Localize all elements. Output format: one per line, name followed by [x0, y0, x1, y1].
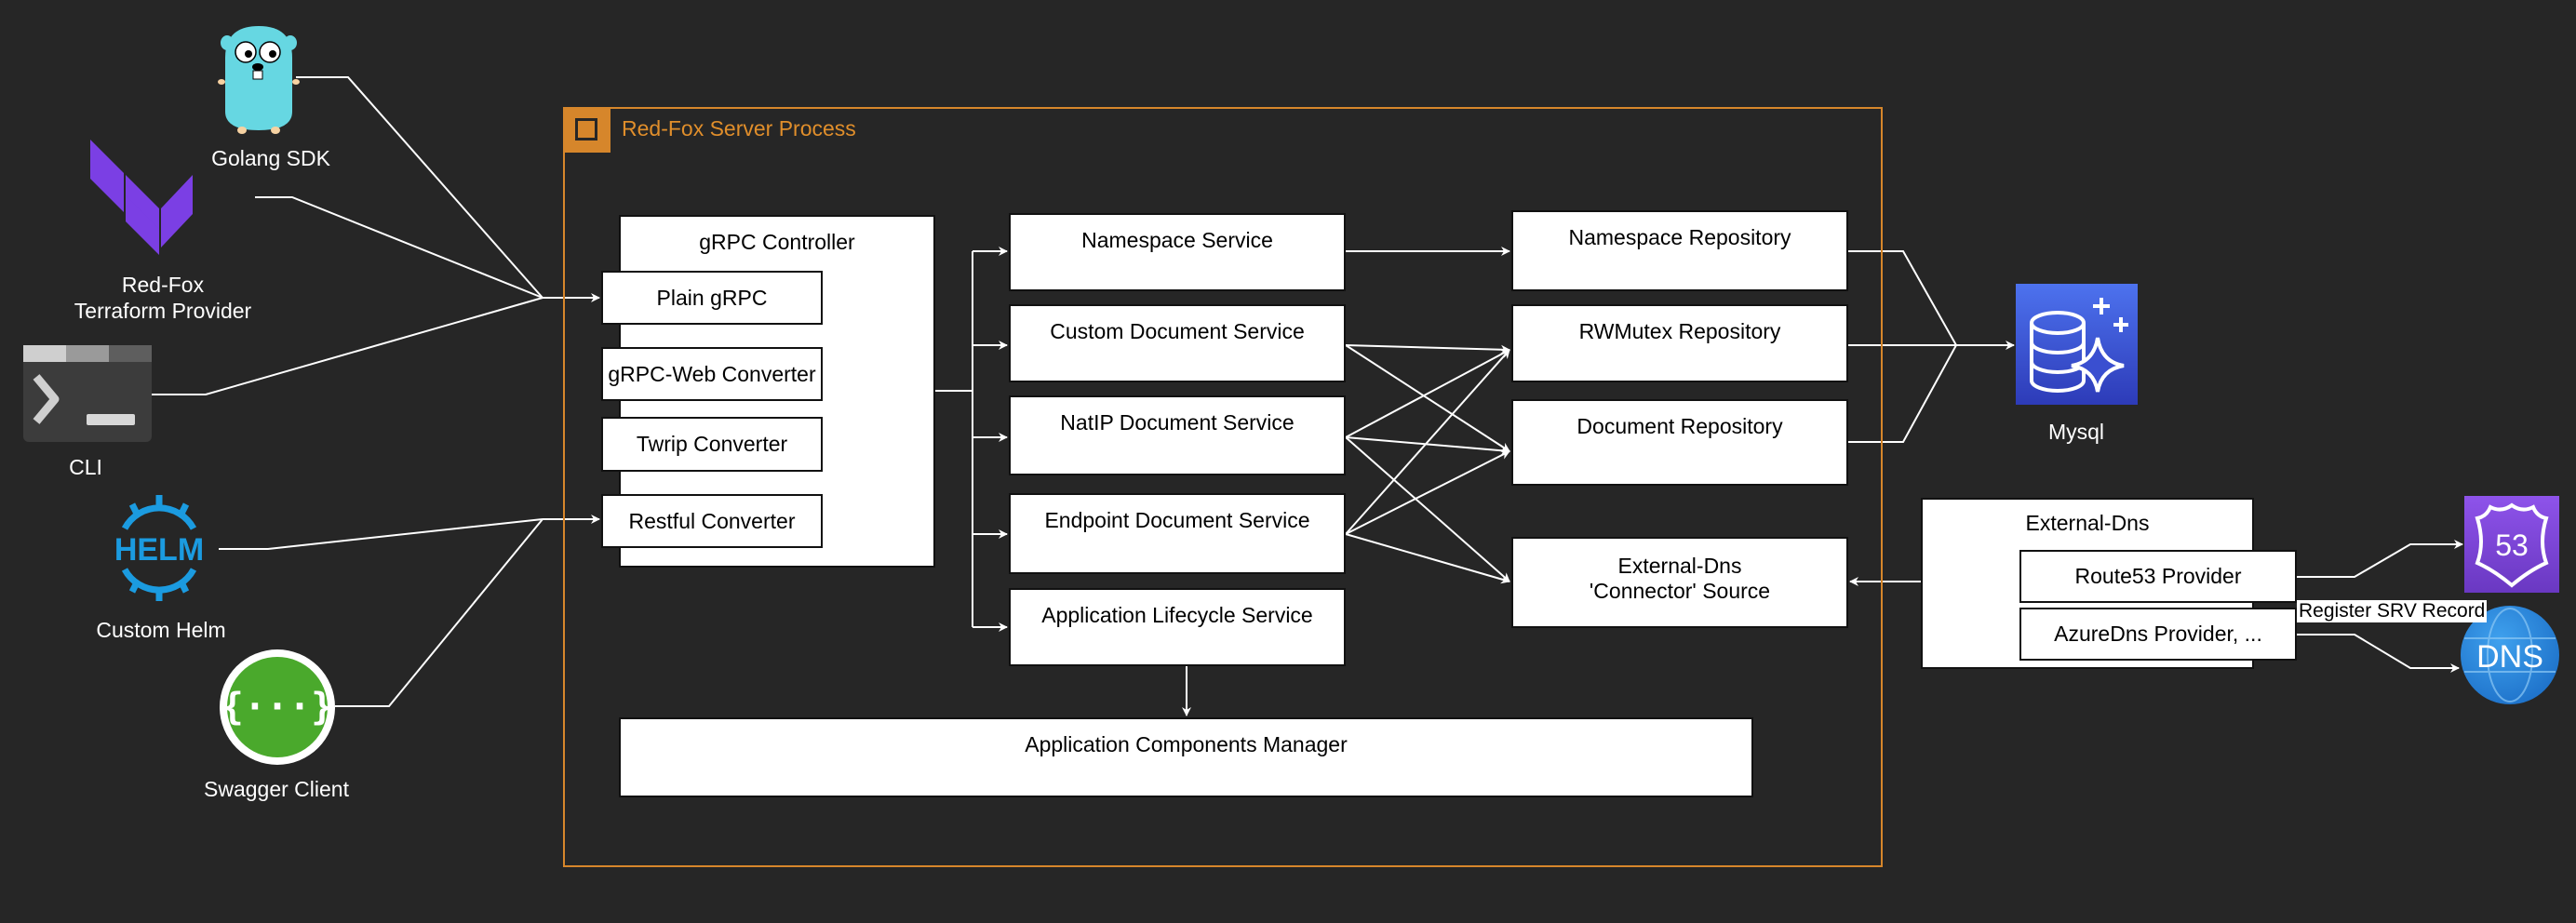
namespace-service[interactable]: Namespace Service [1009, 213, 1346, 291]
mysql-label: Mysql [2047, 420, 2105, 444]
connector-line2: 'Connector' Source [1589, 579, 1771, 603]
azuredns-provider[interactable]: AzureDns Provider, ... [2019, 608, 2297, 661]
svg-text:{···}: {···} [221, 686, 333, 729]
route53-icon: 53 [2464, 496, 2559, 593]
edge-helm-to-restful [219, 518, 543, 550]
register-srv-record-label: Register SRV Record [2297, 600, 2488, 622]
helm-logo-text: HELM [114, 532, 204, 568]
converter-twrip[interactable]: Twrip Converter [601, 417, 823, 472]
mysql-database-icon [2016, 284, 2138, 405]
grpc-controller-title: gRPC Controller [699, 230, 855, 254]
edge-swagger-to-restful [335, 518, 543, 707]
server-process-title: Red-Fox Server Process [622, 116, 856, 140]
converter-grpc-web[interactable]: gRPC-Web Converter [601, 347, 823, 401]
namespace-repository[interactable]: Namespace Repository [1511, 210, 1848, 291]
custom-document-service[interactable]: Custom Document Service [1009, 304, 1346, 382]
edge-azuredns [2297, 634, 2460, 673]
converter-plain-grpc[interactable]: Plain gRPC [601, 271, 823, 325]
endpoint-document-service[interactable]: Endpoint Document Service [1009, 493, 1346, 574]
route53-provider[interactable]: Route53 Provider [2019, 550, 2297, 603]
rwmutex-repository[interactable]: RWMutex Repository [1511, 304, 1848, 382]
connector-line1: External-Dns [1617, 554, 1742, 578]
external-dns-title: External-Dns [2025, 511, 2150, 535]
natip-document-service[interactable]: NatIP Document Service [1009, 395, 1346, 475]
application-lifecycle-service[interactable]: Application Lifecycle Service [1009, 588, 1346, 666]
route53-icon-text: 53 [2495, 528, 2529, 562]
gopher-icon [218, 26, 300, 134]
dns-icon-text: DNS [2476, 639, 2543, 675]
terraform-label-line2: Terraform Provider [74, 299, 252, 323]
application-components-manager[interactable]: Application Components Manager [619, 717, 1753, 797]
document-repository[interactable]: Document Repository [1511, 399, 1848, 486]
helm-icon: HELM [114, 495, 204, 601]
cli-label: CLI [69, 455, 102, 479]
edge-route53 [2297, 540, 2463, 578]
edge-golang-to-grpc [296, 76, 543, 299]
swagger-icon: {···} [220, 649, 335, 765]
converter-restful[interactable]: Restful Converter [601, 494, 823, 548]
terminal-icon [23, 345, 152, 442]
chip-icon [563, 107, 610, 153]
terraform-icon-lower [126, 195, 159, 255]
custom-helm-label: Custom Helm [96, 618, 226, 642]
external-dns-connector-source[interactable]: External-Dns 'Connector' Source [1511, 537, 1848, 628]
terraform-label-line1: Red-Fox [121, 273, 205, 297]
swagger-client-label: Swagger Client [204, 777, 349, 801]
golang-sdk-label: Golang SDK [211, 146, 330, 170]
